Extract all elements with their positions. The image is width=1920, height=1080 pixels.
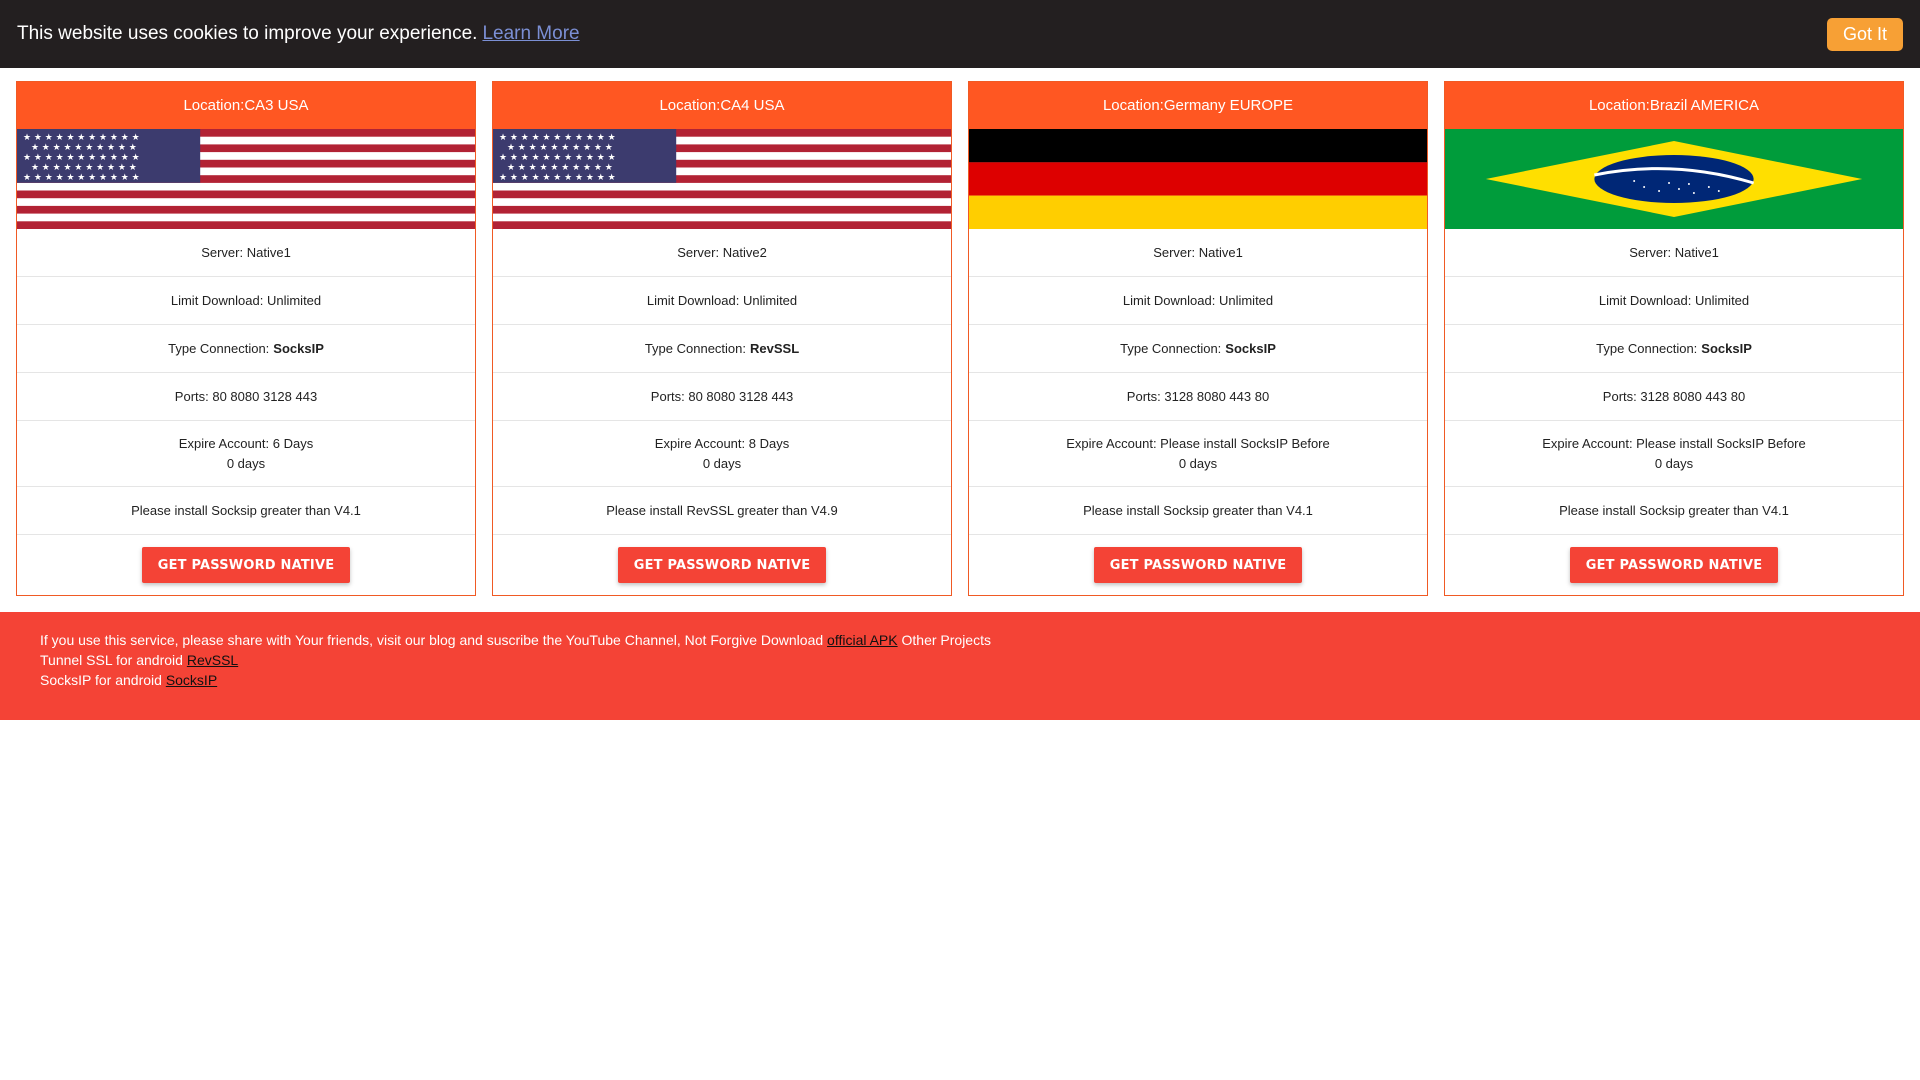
install-note: Please install Socksip greater than V4.1 [969,487,1427,535]
socksip-link[interactable]: SocksIP [166,672,217,688]
get-password-button[interactable]: GET PASSWORD NATIVE [1569,547,1779,583]
ports-info: Ports: 80 8080 3128 443 [493,373,951,421]
card-location-header: Location:Brazil AMERICA [1445,82,1903,129]
ports-info: Ports: 3128 8080 443 80 [1445,373,1903,421]
connection-type-value: SocksIP [273,341,324,356]
connection-type-label: Type Connection: [1596,341,1698,356]
install-note: Please install Socksip greater than V4.1 [1445,487,1903,535]
ports-info: Ports: 80 8080 3128 443 [17,373,475,421]
button-container: GET PASSWORD NATIVE [1445,535,1903,595]
limit-download-info: Limit Download: Unlimited [969,277,1427,325]
server-info: Server: Native2 [493,229,951,277]
svg-text:★ ★ ★ ★ ★ ★ ★ ★ ★ ★ ★: ★ ★ ★ ★ ★ ★ ★ ★ ★ ★ ★ [499,173,616,183]
install-note: Please install Socksip greater than V4.1 [17,487,475,535]
expire-info: Expire Account: 6 Days 0 days [17,421,475,487]
card-location-header: Location:CA4 USA [493,82,951,129]
connection-type-info: Type Connection: SocksIP [1445,325,1903,373]
ports-info: Ports: 3128 8080 443 80 [969,373,1427,421]
expire-account: Expire Account: 8 Days [654,435,790,451]
expire-info: Expire Account: Please install SocksIP B… [969,421,1427,487]
server-info: Server: Native1 [1445,229,1903,277]
footer: If you use this service, please share wi… [0,612,1920,720]
cookie-message: This website uses cookies to improve you… [17,23,580,45]
limit-download-info: Limit Download: Unlimited [1445,277,1903,325]
learn-more-link[interactable]: Learn More [482,23,579,45]
expire-info: Expire Account: Please install SocksIP B… [1445,421,1903,487]
button-container: GET PASSWORD NATIVE [17,535,475,595]
footer-line-2: Tunnel SSL for android RevSSL [40,650,1880,670]
connection-type-info: Type Connection: SocksIP [17,325,475,373]
server-card: Location:CA3 USA ★ ★ ★ ★ ★ ★ ★ ★ ★ ★ ★ ★… [16,81,476,596]
svg-text:★ ★ ★ ★ ★ ★ ★ ★ ★ ★ ★: ★ ★ ★ ★ ★ ★ ★ ★ ★ ★ ★ [499,153,616,163]
footer-revssl-text: Tunnel SSL for android [40,652,183,668]
connection-type-value: RevSSL [750,341,800,356]
get-password-button[interactable]: GET PASSWORD NATIVE [617,547,827,583]
svg-text:★ ★ ★ ★ ★ ★ ★ ★ ★ ★ ★: ★ ★ ★ ★ ★ ★ ★ ★ ★ ★ ★ [23,133,140,143]
get-password-button[interactable]: GET PASSWORD NATIVE [141,547,351,583]
connection-type-label: Type Connection: [644,341,747,356]
card-location-header: Location:Germany EUROPE [969,82,1427,129]
cookie-consent-bar: This website uses cookies to improve you… [0,0,1920,68]
server-card: Location:Germany EUROPE Server: Native1 … [968,81,1428,596]
server-info: Server: Native1 [969,229,1427,277]
footer-share-text: If you use this service, please share wi… [40,632,824,648]
connection-type-info: Type Connection: SocksIP [969,325,1427,373]
limit-download-info: Limit Download: Unlimited [493,277,951,325]
svg-text:★ ★ ★ ★ ★ ★ ★ ★ ★ ★: ★ ★ ★ ★ ★ ★ ★ ★ ★ ★ [507,143,613,153]
server-card: Location:Brazil AMERICA Server: Native1 … [1444,81,1904,596]
footer-socksip-text: SocksIP for android [40,672,162,688]
usa-flag-icon: ★ ★ ★ ★ ★ ★ ★ ★ ★ ★ ★ ★ ★ ★ ★ ★ ★ ★ ★ ★ … [17,129,475,229]
footer-other-projects: Other Projects [901,632,991,648]
revssl-link[interactable]: RevSSL [187,652,238,668]
connection-type-label: Type Connection: [1120,341,1222,356]
install-note: Please install RevSSL greater than V4.9 [493,487,951,535]
connection-type-value: SocksIP [1701,341,1752,356]
expire-account: Expire Account: Please install SocksIP B… [1066,435,1330,451]
expire-account: Expire Account: Please install SocksIP B… [1542,435,1806,451]
svg-text:★ ★ ★ ★ ★ ★ ★ ★ ★ ★: ★ ★ ★ ★ ★ ★ ★ ★ ★ ★ [507,163,613,173]
button-container: GET PASSWORD NATIVE [493,535,951,595]
expire-days: 0 days [1178,455,1218,471]
expire-info: Expire Account: 8 Days 0 days [493,421,951,487]
brazil-flag-icon [1445,129,1903,229]
server-cards: Location:CA3 USA ★ ★ ★ ★ ★ ★ ★ ★ ★ ★ ★ ★… [16,81,1904,596]
footer-line-3: SocksIP for android SocksIP [40,670,1880,690]
expire-account: Expire Account: 6 Days [178,435,314,451]
footer-line-1: If you use this service, please share wi… [40,630,1880,650]
svg-text:★ ★ ★ ★ ★ ★ ★ ★ ★ ★ ★: ★ ★ ★ ★ ★ ★ ★ ★ ★ ★ ★ [499,133,616,143]
server-card: Location:CA4 USA ★ ★ ★ ★ ★ ★ ★ ★ ★ ★ ★ ★… [492,81,952,596]
get-password-button[interactable]: GET PASSWORD NATIVE [1093,547,1303,583]
connection-type-label: Type Connection: [168,341,270,356]
germany-flag-icon [969,129,1427,229]
limit-download-info: Limit Download: Unlimited [17,277,475,325]
got-it-button[interactable]: Got It [1826,17,1903,51]
expire-days: 0 days [226,455,266,471]
svg-text:★ ★ ★ ★ ★ ★ ★ ★ ★ ★: ★ ★ ★ ★ ★ ★ ★ ★ ★ ★ [31,143,137,153]
button-container: GET PASSWORD NATIVE [969,535,1427,595]
connection-type-value: SocksIP [1225,341,1276,356]
usa-flag-icon: ★ ★ ★ ★ ★ ★ ★ ★ ★ ★ ★ ★ ★ ★ ★ ★ ★ ★ ★ ★ … [493,129,951,229]
svg-text:★ ★ ★ ★ ★ ★ ★ ★ ★ ★ ★: ★ ★ ★ ★ ★ ★ ★ ★ ★ ★ ★ [23,173,140,183]
svg-text:★ ★ ★ ★ ★ ★ ★ ★ ★ ★: ★ ★ ★ ★ ★ ★ ★ ★ ★ ★ [31,163,137,173]
cookie-text: This website uses cookies to improve you… [17,23,478,44]
official-apk-link[interactable]: official APK [827,632,898,648]
expire-days: 0 days [702,455,742,471]
expire-days: 0 days [1654,455,1694,471]
svg-text:★ ★ ★ ★ ★ ★ ★ ★ ★ ★ ★: ★ ★ ★ ★ ★ ★ ★ ★ ★ ★ ★ [23,153,140,163]
connection-type-info: Type Connection: RevSSL [493,325,951,373]
card-location-header: Location:CA3 USA [17,82,475,129]
server-info: Server: Native1 [17,229,475,277]
